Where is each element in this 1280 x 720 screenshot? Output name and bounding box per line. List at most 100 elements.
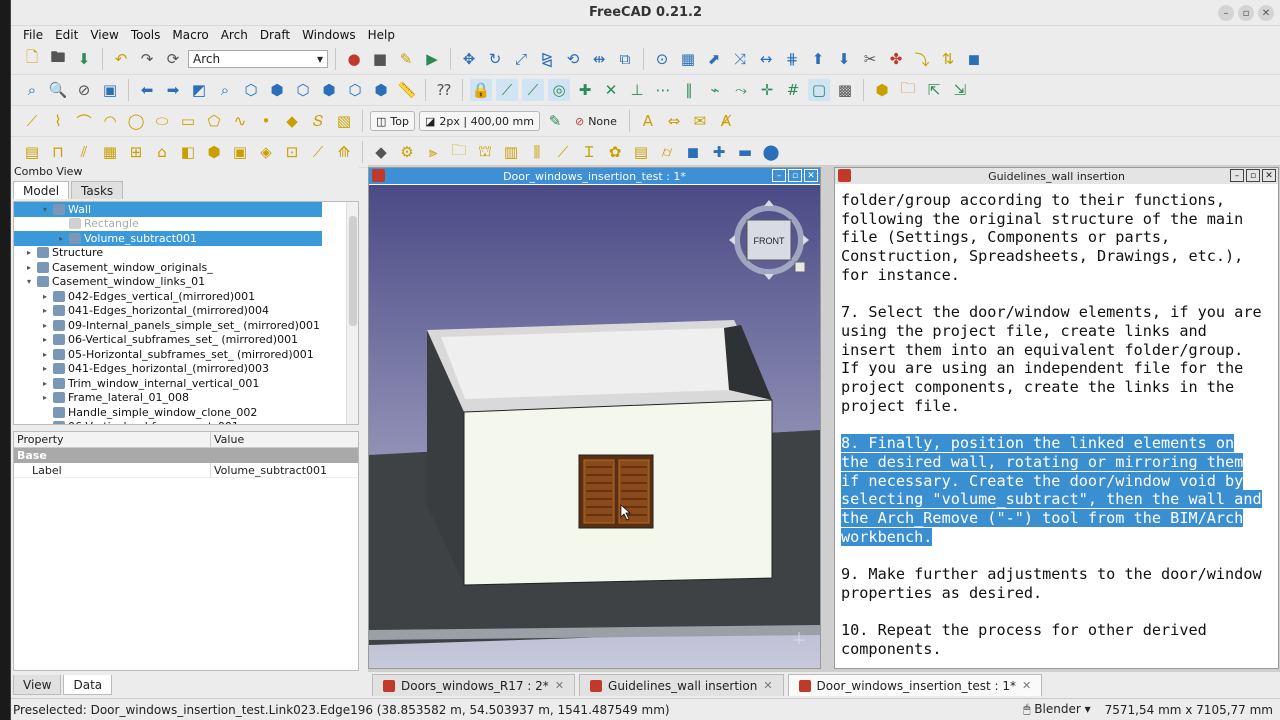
expand-arrow-icon[interactable]: ▸ xyxy=(40,422,50,424)
panel-icon[interactable]: ◧ xyxy=(177,141,199,163)
view-right-icon[interactable]: ⬡ xyxy=(292,79,314,101)
redo-icon[interactable]: ↷ xyxy=(136,48,158,70)
fillet-icon[interactable]: ⌒ xyxy=(73,110,95,132)
working-plane-button[interactable]: ◫ Top xyxy=(370,111,415,131)
refresh-icon[interactable]: ⟳ xyxy=(162,48,184,70)
back-arrow-icon[interactable]: ⬅ xyxy=(136,79,158,101)
add-icon[interactable]: ✚ xyxy=(708,141,730,163)
down-arrow-icon[interactable]: ⬇ xyxy=(833,48,855,70)
tree-item[interactable]: ▸ 042-Edges_vertical_(mirrored)001 xyxy=(14,289,358,304)
column-icon[interactable]: Ɪ xyxy=(578,141,600,163)
tree-item[interactable]: Handle_simple_window_clone_002 xyxy=(14,405,358,420)
whats-this-icon[interactable]: ⁇ xyxy=(433,79,455,101)
tree-item[interactable]: ▸ Frame_lateral_01_008 xyxy=(14,391,358,406)
expand-arrow-icon[interactable]: ▸ xyxy=(40,335,50,344)
close-icon[interactable]: ✕ xyxy=(1262,169,1276,182)
tree-item[interactable]: ▸ 05-Horizontal_subframes_set_ (mirrored)… xyxy=(14,347,358,362)
polygon-icon[interactable]: ⬠ xyxy=(203,110,225,132)
tab-view[interactable]: View xyxy=(13,675,62,695)
group-icon[interactable]: 🗀 xyxy=(897,79,919,101)
dimension-icon[interactable]: ⇔ xyxy=(663,110,685,132)
open-file-icon[interactable]: 🖿 xyxy=(47,48,69,70)
autogroup-button[interactable]: ⊘ None xyxy=(570,111,622,131)
part-icon[interactable]: ⬢ xyxy=(871,79,893,101)
component-icon[interactable]: ✿ xyxy=(604,141,626,163)
tab-model[interactable]: Model xyxy=(13,181,70,199)
workbench-selector[interactable]: Arch ▾ xyxy=(188,50,328,68)
expand-arrow-icon[interactable]: ▸ xyxy=(24,248,34,257)
snap-extension-icon[interactable]: ⋯ xyxy=(652,79,674,101)
wire-icon[interactable]: ⌇ xyxy=(47,110,69,132)
property-row-label[interactable]: Label Volume_subtract001 xyxy=(14,463,358,478)
hatch-icon[interactable]: ▧ xyxy=(333,110,355,132)
bounding-box-icon[interactable]: ▣ xyxy=(99,79,121,101)
stairs-icon[interactable]: ⇅ xyxy=(937,48,959,70)
tree-scrollbar[interactable] xyxy=(346,202,358,424)
view-front-icon[interactable]: ⬡ xyxy=(240,79,262,101)
tab-tasks[interactable]: Tasks xyxy=(71,181,124,199)
close-icon[interactable]: ✕ xyxy=(763,679,772,692)
menu-file[interactable]: File xyxy=(17,28,49,42)
snap-angle-icon[interactable]: ✚ xyxy=(574,79,596,101)
split-icon[interactable]: ⤨ xyxy=(729,48,751,70)
expanded-arrow-icon[interactable]: ▾ xyxy=(24,277,34,286)
edit-macro-icon[interactable]: ✎ xyxy=(395,48,417,70)
menu-edit[interactable]: Edit xyxy=(49,28,84,42)
view-zoom-icon[interactable]: ⌕ xyxy=(214,79,236,101)
rebar-icon[interactable]: ⫽ xyxy=(73,141,95,163)
shapestring-icon[interactable]: 𝑆 xyxy=(307,110,329,132)
close-icon[interactable]: ✕ xyxy=(1258,5,1274,21)
point-icon[interactable]: • xyxy=(255,110,277,132)
rotate-icon[interactable]: ↻ xyxy=(484,48,506,70)
tree-item[interactable]: ▸ 041-Edges_horizontal_(mirrored)004 xyxy=(14,304,358,319)
cylinder-icon[interactable]: ⌭ xyxy=(656,141,678,163)
guidelines-text[interactable]: folder/group according to their function… xyxy=(835,185,1271,668)
folder-arch-icon[interactable]: 🗀 xyxy=(448,141,470,163)
view-fit-icon[interactable]: ⊙ xyxy=(651,48,673,70)
truss-icon[interactable]: ⟰ xyxy=(333,141,355,163)
tree-item[interactable]: ▾ Casement_window_links_01 xyxy=(14,275,358,290)
add-material-icon[interactable]: ◆ xyxy=(370,141,392,163)
building-icon[interactable]: ▥ xyxy=(500,141,522,163)
mirror-icon[interactable]: ⧎ xyxy=(536,48,558,70)
menu-draft[interactable]: Draft xyxy=(254,28,296,42)
remove-icon[interactable]: ▬ xyxy=(734,141,756,163)
site-icon[interactable]: ⛫ xyxy=(474,141,496,163)
zoom-fit-icon[interactable]: ⌕ xyxy=(21,79,43,101)
fence-icon[interactable]: ⟋ xyxy=(307,141,329,163)
pipe-icon[interactable]: ⤵ xyxy=(911,48,933,70)
view-grid-icon[interactable]: ▦ xyxy=(677,48,699,70)
cube-icon[interactable]: ◼ xyxy=(963,48,985,70)
frame-icon[interactable]: ⊡ xyxy=(281,141,303,163)
schedule-icon[interactable]: ▤ xyxy=(630,141,652,163)
annotation-style-icon[interactable]: Ⱥ xyxy=(715,110,737,132)
snap-parallel-icon[interactable]: ∥ xyxy=(678,79,700,101)
offset-icon[interactable]: ⟲ xyxy=(562,48,584,70)
forward-arrow-icon[interactable]: ➡ xyxy=(162,79,184,101)
pin-icon[interactable]: ⬈ xyxy=(703,48,725,70)
close-icon[interactable]: ✕ xyxy=(1022,679,1031,692)
snap-near-icon[interactable]: ⤳ xyxy=(730,79,752,101)
tree-item[interactable]: ▸ 041-Edges_horizontal_(mirrored)003 xyxy=(14,362,358,377)
navigation-style-selector[interactable]: 🖱 Blender ▾ xyxy=(1023,702,1090,717)
measure-icon[interactable]: 📏 xyxy=(396,79,418,101)
clone-icon[interactable]: ⧉ xyxy=(614,48,636,70)
expand-arrow-icon[interactable]: ▸ xyxy=(40,393,50,402)
tree-item[interactable]: Rectangle xyxy=(14,217,358,232)
tree-item[interactable]: ▸ Structure xyxy=(14,246,358,261)
snap-dimensions-icon[interactable]: ▩ xyxy=(834,79,856,101)
ellipse-icon[interactable]: ⬭ xyxy=(151,110,173,132)
expand-arrow-icon[interactable]: ▸ xyxy=(24,263,34,272)
material-icon[interactable]: ◼ xyxy=(682,141,704,163)
label-icon[interactable]: ✉ xyxy=(689,110,711,132)
menu-tools[interactable]: Tools xyxy=(125,28,167,42)
stretch-icon[interactable]: ⇹ xyxy=(588,48,610,70)
axis-icon[interactable]: ✤ xyxy=(885,48,907,70)
minimize-icon[interactable]: – xyxy=(772,169,786,182)
snap-workingplane-icon[interactable]: ▢ xyxy=(808,79,830,101)
expand-arrow-icon[interactable]: ▸ xyxy=(40,306,50,315)
tree-item[interactable]: ▸ Casement_window_originals_ xyxy=(14,260,358,275)
minimize-icon[interactable]: – xyxy=(1230,169,1244,182)
tree-item[interactable]: ▸ 09-Internal_panels_simple_set_ (mirrore… xyxy=(14,318,358,333)
snap-intersection-icon[interactable]: ✕ xyxy=(600,79,622,101)
